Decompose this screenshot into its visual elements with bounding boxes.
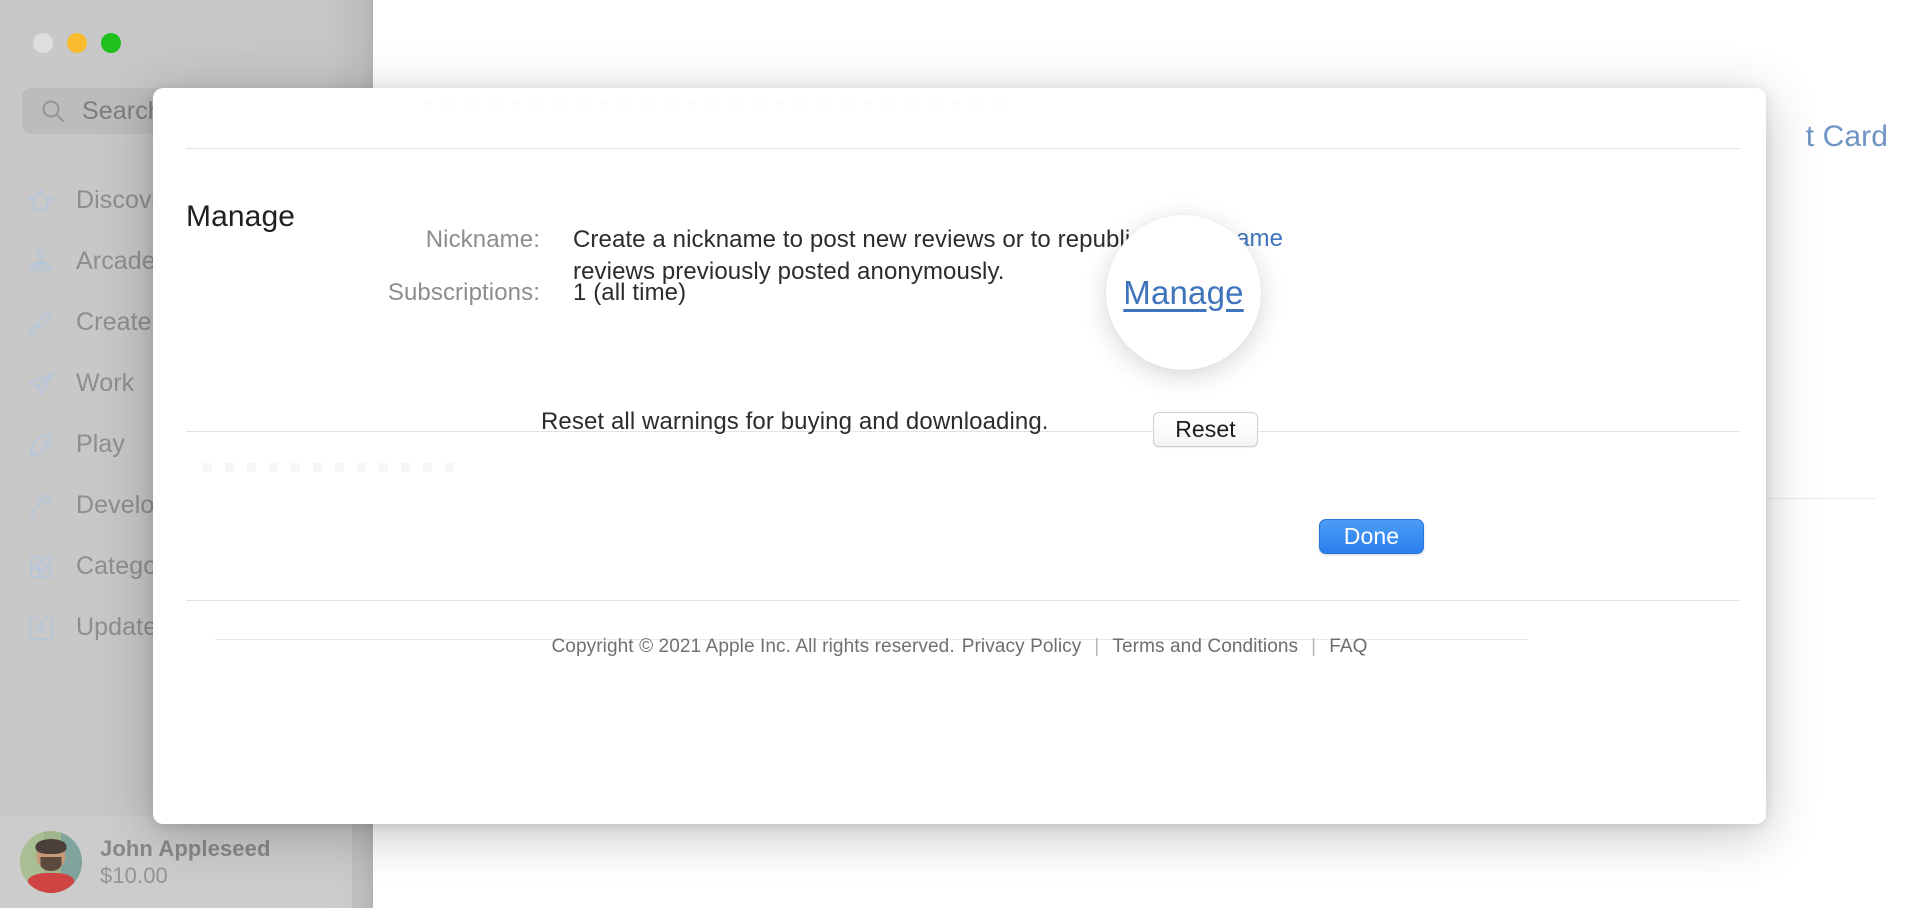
window-controls[interactable] (33, 33, 121, 53)
minimize-window-button[interactable] (67, 33, 87, 53)
sidebar-item-label: Play (76, 430, 126, 458)
account-name: John Appleseed (100, 835, 271, 861)
privacy-policy-link[interactable]: Privacy Policy (962, 636, 1082, 658)
redeem-gift-card-link[interactable]: t Card (1806, 120, 1888, 154)
magnifier-loupe: Manage (1106, 215, 1261, 370)
zoom-window-button[interactable] (101, 33, 121, 53)
done-button[interactable]: Done (1319, 519, 1424, 554)
reset-warnings-text: Reset all warnings for buying and downlo… (541, 408, 1049, 435)
sheet-divider-top (186, 148, 1740, 149)
joystick-icon (26, 247, 56, 277)
account-settings-sheet: Manage Nickname: Create a nickname to po… (153, 88, 1766, 824)
hammer-icon (26, 491, 56, 521)
copyright-text: Copyright © 2021 Apple Inc. All rights r… (551, 636, 955, 657)
account-chip[interactable]: John Appleseed $10.00 (0, 816, 352, 908)
star-icon (26, 186, 56, 216)
paintbrush-icon (26, 308, 56, 338)
grid-icon (26, 552, 56, 582)
search-placeholder: Search (82, 96, 162, 125)
sheet-divider-bottom (186, 600, 1740, 601)
search-icon (40, 98, 66, 124)
subscriptions-label: Subscriptions: (387, 279, 540, 306)
paper-plane-icon (26, 369, 56, 399)
footer-separator: | (1311, 636, 1317, 657)
subscriptions-value: 1 (all time) (573, 279, 687, 306)
avatar (20, 831, 82, 893)
account-balance: $10.00 (100, 862, 168, 888)
sidebar-item-label: Work (76, 369, 135, 397)
footer-separator: | (1094, 636, 1100, 657)
sidebar-item-label: Create (76, 308, 152, 336)
ghost-text-row (423, 100, 1004, 109)
close-window-button[interactable] (33, 33, 53, 53)
download-icon (26, 613, 56, 643)
nickname-label: Nickname: (425, 226, 540, 253)
terms-and-conditions-link[interactable]: Terms and Conditions (1112, 636, 1298, 658)
account-meta: John Appleseed $10.00 (100, 836, 271, 889)
subscriptions-row: Subscriptions: 1 (all time) (183, 277, 686, 309)
reset-button[interactable]: Reset (1153, 412, 1258, 447)
magnified-manage-link[interactable]: Manage (1123, 274, 1243, 312)
faq-link[interactable]: FAQ (1329, 636, 1367, 658)
screenshot-root: Search Discover Arcade Create Work Play … (0, 0, 1920, 908)
sheet-faded-header (153, 88, 1766, 144)
ghost-text-row (203, 463, 454, 472)
sidebar-item-label: Arcade (76, 247, 156, 275)
sheet-footer: Copyright © 2021 Apple Inc. All rights r… (153, 636, 1766, 658)
rocket-icon (26, 430, 56, 460)
